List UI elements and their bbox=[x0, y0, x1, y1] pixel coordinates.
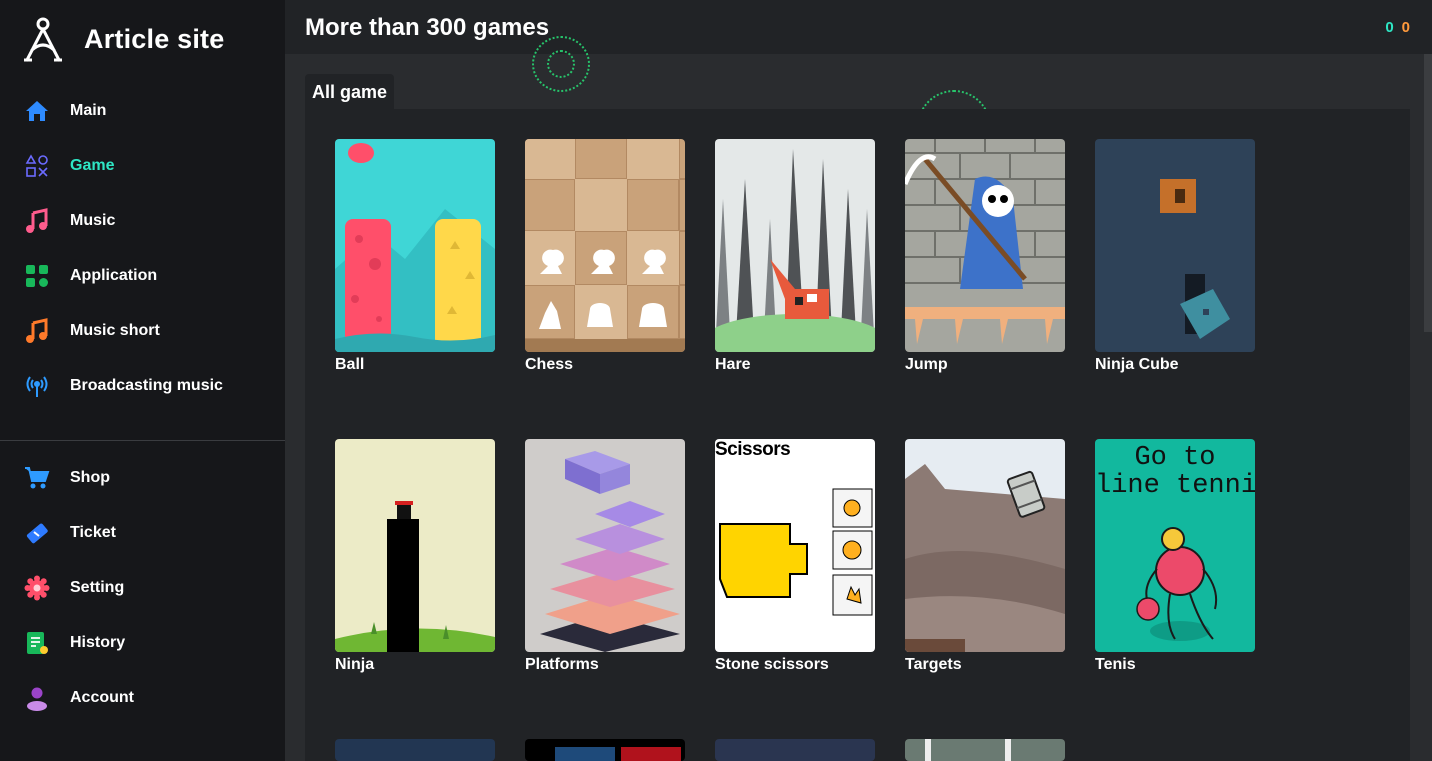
nav-item-main[interactable]: Main bbox=[0, 83, 285, 138]
site-name: Article site bbox=[84, 23, 225, 54]
game-thumbnail bbox=[905, 739, 1065, 761]
score-display: 00 bbox=[1385, 19, 1410, 36]
nav-label: Broadcasting music bbox=[70, 376, 223, 394]
game-card-partial[interactable] bbox=[715, 739, 875, 761]
nav-item-ticket[interactable]: Ticket bbox=[0, 505, 285, 560]
nav-item-application[interactable]: Application bbox=[0, 248, 285, 303]
logo[interactable]: Article site bbox=[22, 16, 224, 62]
game-thumbnail: Go to line tennis bbox=[1095, 439, 1255, 652]
nav-label: Shop bbox=[70, 468, 110, 486]
game-thumbnail bbox=[905, 139, 1065, 352]
cart-icon bbox=[24, 465, 50, 491]
music-short-icon bbox=[24, 317, 50, 344]
game-thumbnail bbox=[715, 739, 875, 761]
logo-icon bbox=[24, 17, 62, 62]
nav-label: Ticket bbox=[70, 523, 116, 541]
secondary-nav: Shop Ticket Setting History Account bbox=[0, 450, 285, 725]
game-title: Tenis bbox=[1095, 656, 1136, 673]
game-card-jump[interactable]: Jump bbox=[905, 139, 1065, 374]
gear-icon bbox=[24, 575, 50, 601]
game-thumbnail bbox=[1095, 139, 1255, 352]
main-nav: Main Game Music Application Music short … bbox=[0, 83, 285, 413]
game-title: Jump bbox=[905, 356, 948, 373]
header-bar: More than 300 games 00 bbox=[285, 0, 1432, 54]
music-note-icon bbox=[24, 207, 50, 234]
nav-label: Account bbox=[70, 688, 134, 706]
nav-item-shop[interactable]: Shop bbox=[0, 450, 285, 505]
sidebar-divider bbox=[0, 440, 285, 441]
game-card-partial[interactable] bbox=[335, 739, 495, 761]
game-thumbnail bbox=[525, 439, 685, 652]
game-title: Stone scissors bbox=[715, 656, 829, 673]
account-icon bbox=[24, 685, 50, 711]
gamepad-symbols-icon bbox=[24, 153, 50, 179]
game-thumbnail bbox=[335, 139, 495, 352]
nav-label: Game bbox=[70, 156, 115, 174]
game-thumbnail bbox=[525, 739, 685, 761]
sidebar: Article site Main Game Music Application… bbox=[0, 0, 285, 761]
nav-item-history[interactable]: History bbox=[0, 615, 285, 670]
firework-decoration bbox=[547, 50, 575, 78]
nav-item-broadcasting-music[interactable]: Broadcasting music bbox=[0, 358, 285, 413]
broadcast-icon bbox=[24, 373, 50, 399]
game-thumbnail bbox=[335, 439, 495, 652]
score-b: 0 bbox=[1401, 19, 1410, 36]
game-title: Ninja Cube bbox=[1095, 356, 1179, 373]
game-title: Ball bbox=[335, 356, 365, 373]
score-a: 0 bbox=[1385, 19, 1394, 36]
apps-grid-icon bbox=[24, 263, 50, 289]
nav-label: Application bbox=[70, 266, 158, 284]
nav-label: History bbox=[70, 633, 126, 651]
game-card-chess[interactable]: Chess bbox=[525, 139, 685, 374]
game-card-ninja-cube[interactable]: Ninja Cube bbox=[1095, 139, 1255, 374]
history-icon bbox=[24, 630, 50, 656]
game-card-partial[interactable] bbox=[905, 739, 1065, 761]
home-icon bbox=[24, 98, 50, 124]
game-card-hare[interactable]: Hare bbox=[715, 139, 875, 374]
nav-label: Main bbox=[70, 101, 107, 119]
nav-item-music[interactable]: Music bbox=[0, 193, 285, 248]
game-title: Chess bbox=[525, 356, 574, 373]
game-thumbnail bbox=[525, 139, 685, 352]
game-thumbnail bbox=[905, 439, 1065, 652]
nav-label: Setting bbox=[70, 578, 125, 596]
ticket-icon bbox=[24, 520, 50, 546]
nav-label: Music short bbox=[70, 321, 160, 339]
nav-item-setting[interactable]: Setting bbox=[0, 560, 285, 615]
nav-label: Music bbox=[70, 211, 116, 229]
game-thumbnail bbox=[335, 739, 495, 761]
game-thumbnail bbox=[715, 139, 875, 352]
game-title: Targets bbox=[905, 656, 962, 673]
scrollbar[interactable] bbox=[1424, 54, 1432, 332]
game-card-ball[interactable]: Ball bbox=[335, 139, 495, 374]
tab-all-game[interactable]: All game bbox=[305, 74, 394, 110]
game-card-ninja[interactable]: Ninja bbox=[335, 439, 495, 674]
nav-item-game[interactable]: Game bbox=[0, 138, 285, 193]
game-card-stone-scissors[interactable]: Scissors Stone scissors bbox=[715, 439, 875, 674]
game-card-targets[interactable]: Targets bbox=[905, 439, 1065, 674]
nav-item-account[interactable]: Account bbox=[0, 670, 285, 725]
game-thumbnail: Scissors bbox=[715, 439, 875, 652]
game-title: Hare bbox=[715, 356, 751, 373]
game-card-platforms[interactable]: Platforms bbox=[525, 439, 685, 674]
game-card-tenis[interactable]: Go to line tennis Tenis bbox=[1095, 439, 1255, 674]
nav-item-music-short[interactable]: Music short bbox=[0, 303, 285, 358]
game-title: Platforms bbox=[525, 656, 599, 673]
page-title: More than 300 games bbox=[305, 14, 550, 41]
game-card-partial[interactable] bbox=[525, 739, 685, 761]
game-title: Ninja bbox=[335, 656, 375, 673]
